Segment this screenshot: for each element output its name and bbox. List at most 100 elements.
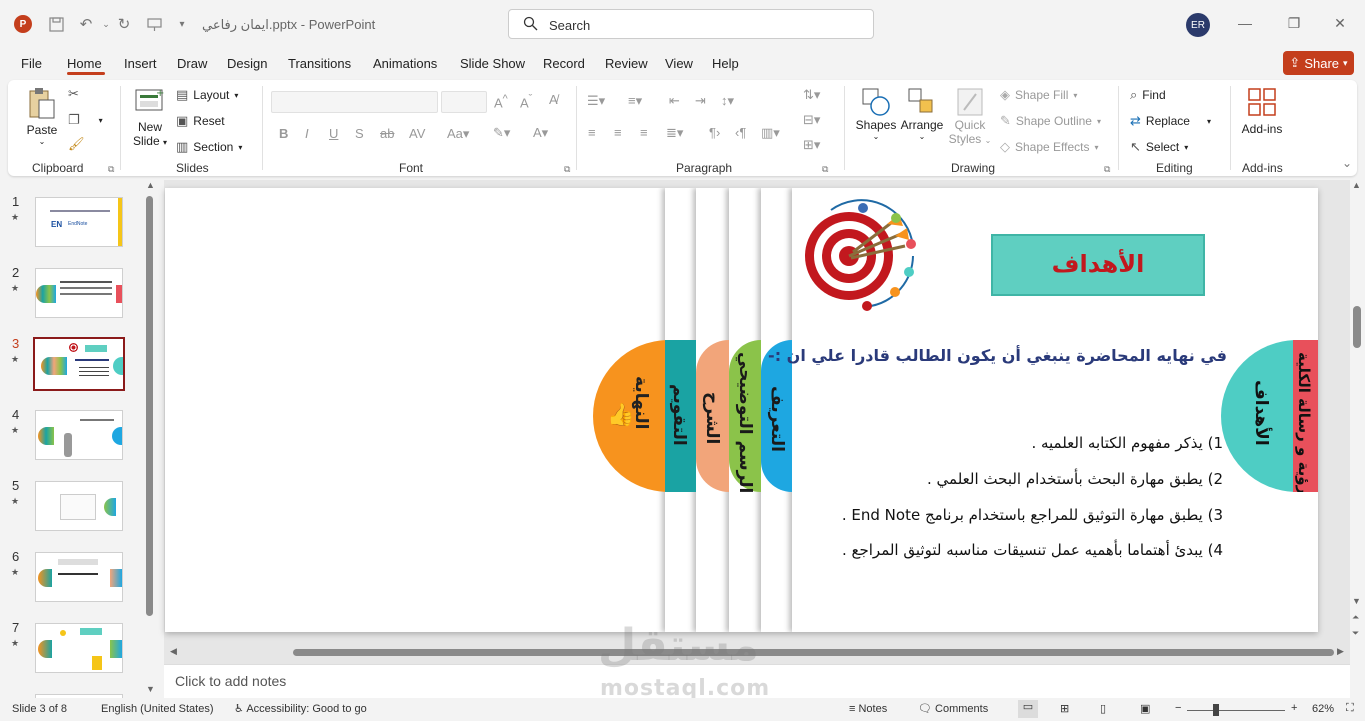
redo-icon[interactable]: ↻: [114, 14, 134, 34]
scroll-up-icon[interactable]: ▲: [146, 180, 155, 190]
select-button[interactable]: ↖ Select ▾: [1130, 139, 1188, 155]
undo-icon[interactable]: ↶: [76, 14, 96, 34]
font-launcher-icon[interactable]: ⧉: [564, 164, 570, 175]
fit-to-window-icon[interactable]: ⛶: [1346, 702, 1354, 715]
tab-diagram[interactable]: الرسم التوضيحي: [729, 340, 761, 492]
slide-sorter-icon[interactable]: ⊞: [1060, 702, 1069, 715]
tab-view[interactable]: View: [665, 56, 693, 71]
tab-animations[interactable]: Animations: [373, 56, 437, 71]
shape-fill-button[interactable]: ◈ Shape Fill ▾: [1000, 87, 1077, 103]
paragraph-launcher-icon[interactable]: ⧉: [822, 164, 828, 175]
close-icon[interactable]: ✕: [1331, 14, 1349, 32]
font-family-combo[interactable]: [271, 91, 438, 113]
new-slide-button[interactable]: + New Slide ▾: [128, 86, 172, 148]
add-ins-button[interactable]: Add-ins: [1238, 86, 1286, 136]
scroll-right-icon[interactable]: ▶: [1337, 646, 1344, 657]
justify-icon[interactable]: ≣▾: [666, 125, 683, 141]
underline-icon[interactable]: U: [329, 126, 338, 141]
numbering-icon[interactable]: ≡▾: [628, 93, 642, 109]
align-center-icon[interactable]: ≡: [614, 125, 622, 140]
shape-outline-button[interactable]: ✎ Shape Outline ▾: [1000, 113, 1101, 129]
tab-end[interactable]: النهاية 👍: [593, 340, 665, 492]
align-right-icon[interactable]: ≡: [640, 125, 648, 140]
slide-canvas[interactable]: النهاية 👍 التقويم الشرح الرسم التوضيحي ا…: [165, 188, 1318, 632]
scroll-down-icon[interactable]: ▼: [1352, 596, 1361, 606]
quick-styles-button[interactable]: Quick Styles ⌄: [948, 86, 992, 146]
text-shadow-icon[interactable]: S: [355, 126, 364, 141]
next-slide-icon[interactable]: ⏷: [1352, 628, 1359, 639]
change-case-icon[interactable]: Aa▾: [447, 126, 469, 142]
minimize-icon[interactable]: —: [1236, 14, 1254, 32]
copy-button[interactable]: ❐ ▾: [68, 112, 103, 128]
section-button[interactable]: ▥ Section ▾: [176, 139, 242, 155]
cut-button[interactable]: ✂: [68, 86, 79, 102]
restore-icon[interactable]: ❐: [1285, 14, 1303, 32]
tab-evaluation[interactable]: التقويم: [665, 340, 696, 492]
decrease-indent-icon[interactable]: ⇤: [669, 93, 680, 109]
tab-record[interactable]: Record: [543, 56, 585, 71]
slide-thumbnail-1[interactable]: EN EndNote: [35, 197, 123, 247]
line-spacing-icon[interactable]: ↕▾: [721, 93, 734, 109]
format-painter-button[interactable]: 🖌: [68, 136, 85, 152]
italic-icon[interactable]: I: [305, 126, 309, 141]
vertical-scroll-thumb[interactable]: [1353, 306, 1361, 348]
shape-effects-button[interactable]: ◇ Shape Effects ▾: [1000, 139, 1099, 155]
zoom-slider[interactable]: [1187, 710, 1285, 711]
tab-draw[interactable]: Draw: [177, 56, 207, 71]
highlight-icon[interactable]: ✎▾: [493, 125, 510, 141]
undo-dropdown-icon[interactable]: ⌄: [96, 14, 116, 34]
slide-show-icon[interactable]: ▣: [1140, 702, 1150, 715]
tab-objectives[interactable]: الأهداف: [1221, 340, 1293, 492]
find-button[interactable]: ⌕ Find: [1130, 87, 1166, 103]
slide-thumbnail-4[interactable]: [35, 410, 123, 460]
scroll-down-icon[interactable]: ▼: [146, 684, 155, 694]
tab-review[interactable]: Review: [605, 56, 648, 71]
strikethrough-icon[interactable]: ab: [380, 126, 394, 141]
shapes-button[interactable]: Shapes ⌄: [852, 86, 900, 141]
tab-help[interactable]: Help: [712, 56, 739, 71]
drawing-launcher-icon[interactable]: ⧉: [1104, 164, 1110, 175]
slide-thumbnail-3[interactable]: [33, 337, 125, 391]
zoom-out-icon[interactable]: −: [1175, 702, 1181, 714]
collapse-ribbon-icon[interactable]: ⌄: [1342, 156, 1352, 170]
slide-thumbnail-7[interactable]: [35, 623, 123, 673]
thumbnail-scrollbar[interactable]: [146, 196, 153, 616]
character-spacing-icon[interactable]: AV: [409, 126, 425, 141]
slide-thumbnail-5[interactable]: [35, 481, 123, 531]
font-color-icon[interactable]: A▾: [533, 125, 548, 141]
align-left-icon[interactable]: ≡: [588, 125, 596, 140]
tab-design[interactable]: Design: [227, 56, 267, 71]
tab-explanation[interactable]: الشرح: [696, 340, 729, 492]
tab-slide-show[interactable]: Slide Show: [460, 56, 525, 71]
decrease-font-icon[interactable]: Aˇ: [520, 93, 532, 110]
zoom-level[interactable]: 62%: [1312, 703, 1334, 715]
slide-thumbnail-2[interactable]: [35, 268, 123, 318]
notes-toggle[interactable]: ≡ Notes: [849, 703, 887, 715]
zoom-in-icon[interactable]: +: [1291, 702, 1297, 714]
slide-thumbnail-6[interactable]: [35, 552, 123, 602]
present-icon[interactable]: [144, 14, 164, 34]
save-icon[interactable]: [46, 14, 66, 34]
arrange-button[interactable]: Arrange ⌄: [898, 86, 946, 141]
columns-icon[interactable]: ▥▾: [761, 125, 780, 141]
horizontal-scroll-thumb[interactable]: [293, 649, 1334, 656]
tab-transitions[interactable]: Transitions: [288, 56, 351, 71]
reset-button[interactable]: ▣ Reset: [176, 113, 225, 129]
increase-indent-icon[interactable]: ⇥: [695, 93, 706, 109]
search-box[interactable]: Search: [508, 9, 874, 39]
scroll-up-icon[interactable]: ▲: [1352, 180, 1361, 190]
font-size-combo[interactable]: [441, 91, 487, 113]
tab-vision[interactable]: رؤية و رسالة الكلية: [1293, 340, 1318, 492]
vertical-scrollbar[interactable]: [1351, 180, 1365, 664]
text-direction-icon[interactable]: ⇅▾: [803, 87, 820, 103]
paste-button[interactable]: Paste ⌄: [24, 86, 60, 146]
zoom-slider-handle[interactable]: [1213, 704, 1219, 716]
tab-file[interactable]: File: [21, 56, 42, 71]
layout-button[interactable]: ▤ Layout ▾: [176, 87, 238, 103]
avatar[interactable]: ER: [1186, 13, 1210, 37]
ltr-icon[interactable]: ¶›: [709, 125, 720, 140]
bullets-icon[interactable]: ☰▾: [587, 93, 605, 109]
bold-icon[interactable]: B: [279, 126, 288, 141]
reading-view-icon[interactable]: ▯: [1100, 702, 1106, 715]
language-status[interactable]: English (United States): [101, 703, 214, 715]
